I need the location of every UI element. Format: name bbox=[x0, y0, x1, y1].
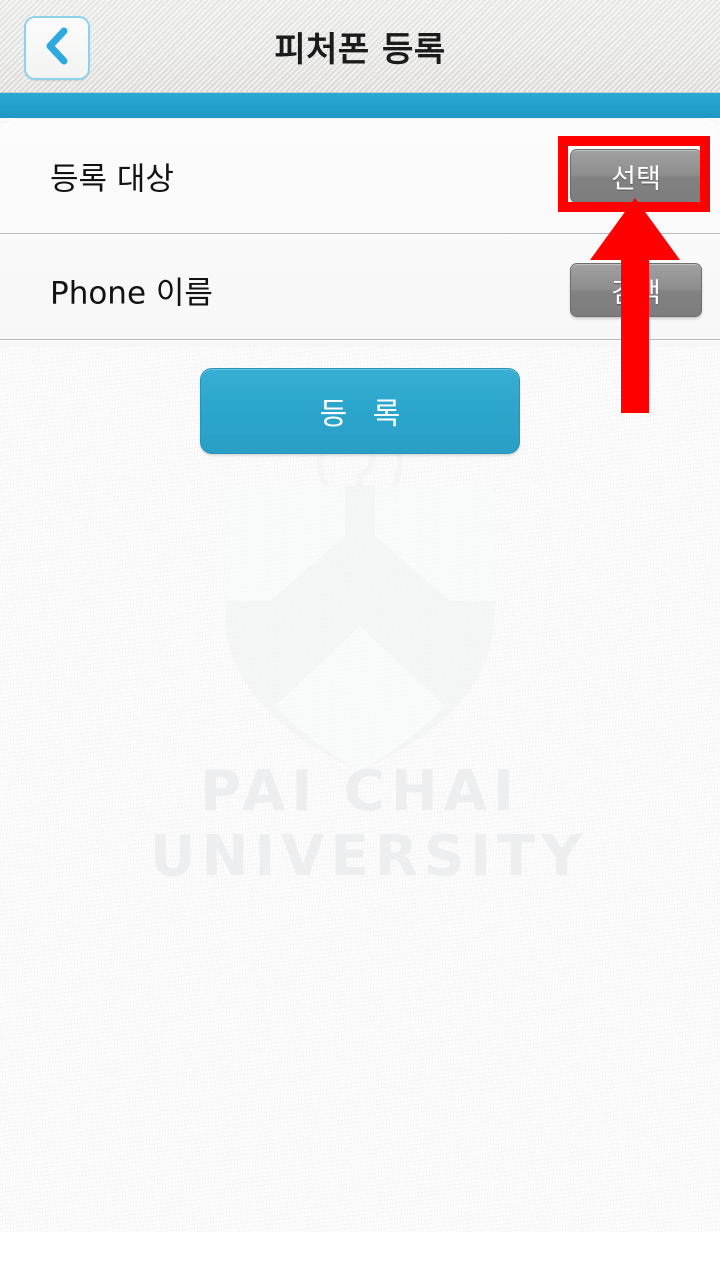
search-button[interactable]: 검색 bbox=[570, 263, 702, 317]
watermark-line-2: UNIVERSITY bbox=[150, 824, 588, 889]
app-header: 피처폰 등록 bbox=[0, 0, 720, 93]
phone-registration-screen: 피처폰 등록 PAI CHAI UNIVERSITY 등록 대상 선택 Phon… bbox=[0, 0, 720, 1280]
row-label: Phone 이름 bbox=[50, 275, 213, 312]
chevron-left-icon bbox=[44, 26, 70, 70]
page-title: 피처폰 등록 bbox=[274, 30, 446, 70]
back-button[interactable] bbox=[24, 16, 90, 80]
content-area: PAI CHAI UNIVERSITY 등록 대상 선택 Phone 이름 검색… bbox=[0, 118, 720, 1232]
paichai-shield-logo bbox=[195, 421, 525, 790]
select-button[interactable]: 선택 bbox=[570, 149, 702, 203]
form-row-registration-target: 등록 대상 선택 bbox=[0, 119, 720, 233]
watermark-line-1: PAI CHAI bbox=[200, 759, 520, 824]
row-separator bbox=[0, 339, 720, 341]
row-label: 등록 대상 bbox=[50, 161, 174, 198]
register-submit-button[interactable]: 등 록 bbox=[200, 368, 520, 454]
form-card: 등록 대상 선택 Phone 이름 검색 bbox=[0, 118, 720, 347]
accent-bar bbox=[0, 93, 720, 118]
form-row-phone-name: Phone 이름 검색 bbox=[0, 233, 720, 347]
